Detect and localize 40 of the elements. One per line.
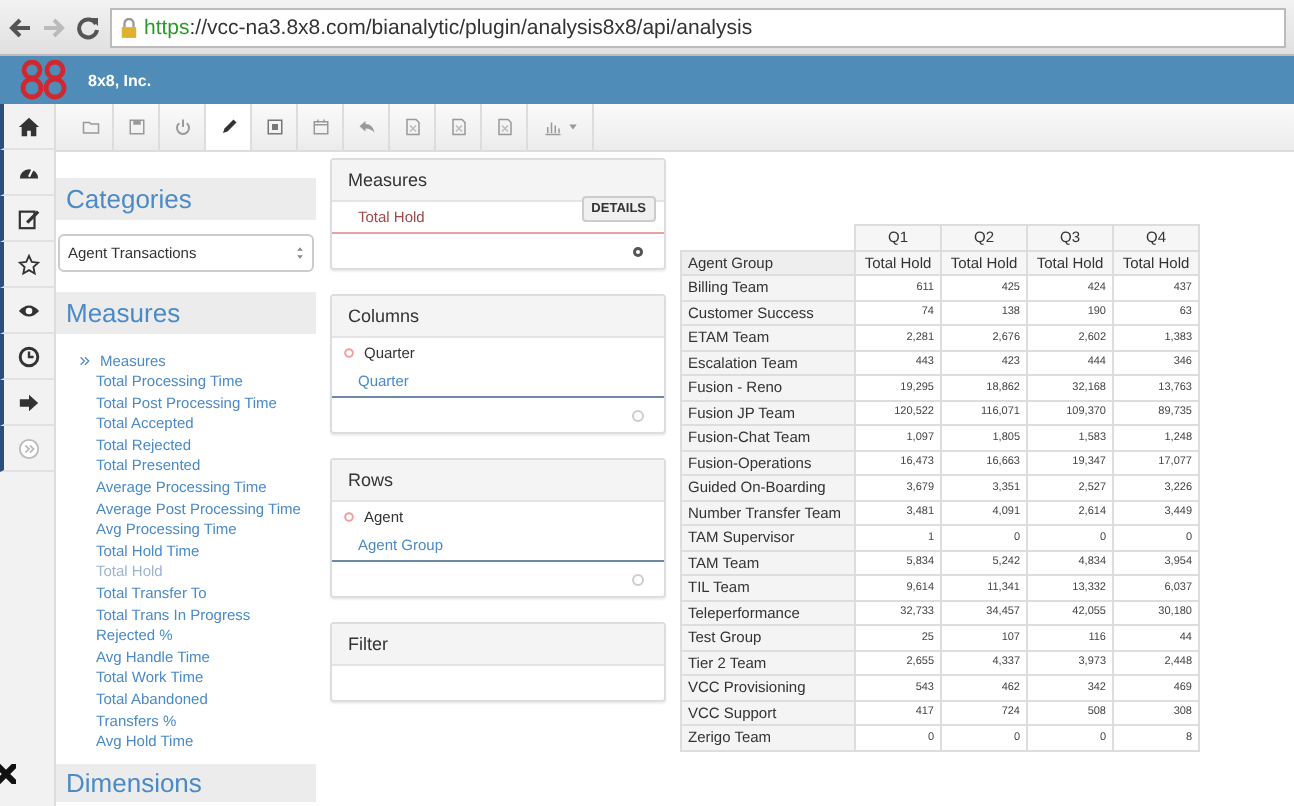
expand-icon[interactable] bbox=[18, 437, 40, 459]
company-name: 8x8, Inc. bbox=[88, 71, 152, 89]
panel-title: Rows bbox=[332, 460, 664, 502]
caret-icon bbox=[567, 122, 577, 132]
panel-title: Measures bbox=[332, 160, 664, 202]
close-icon[interactable] bbox=[0, 764, 16, 784]
folder-icon bbox=[81, 118, 99, 136]
calendar-icon bbox=[311, 118, 329, 136]
document-icon bbox=[403, 118, 421, 136]
lock-icon bbox=[120, 17, 138, 37]
logo-icon bbox=[20, 60, 68, 100]
section-heading[interactable]: Measures bbox=[56, 290, 316, 334]
power-icon bbox=[173, 118, 191, 136]
pencil-icon bbox=[219, 118, 237, 136]
section-heading[interactable]: Categories bbox=[56, 176, 316, 220]
forward-arrow-icon[interactable] bbox=[42, 15, 66, 39]
edit-icon[interactable] bbox=[18, 207, 40, 229]
updown-icon bbox=[296, 246, 304, 260]
document-icon bbox=[449, 118, 467, 136]
clock-icon[interactable] bbox=[18, 345, 40, 367]
reload-icon[interactable] bbox=[76, 15, 100, 39]
circle-icon[interactable] bbox=[632, 573, 644, 585]
sign-out-icon[interactable] bbox=[18, 391, 40, 413]
undo-icon bbox=[357, 118, 375, 136]
save-icon bbox=[127, 118, 145, 136]
document-icon bbox=[495, 118, 513, 136]
home-icon[interactable] bbox=[18, 115, 40, 137]
section-heading[interactable]: Dimensions bbox=[56, 762, 316, 802]
circle-icon[interactable] bbox=[632, 409, 644, 421]
remove-icon[interactable] bbox=[344, 511, 354, 521]
chevron-icon bbox=[80, 356, 90, 366]
back-arrow-icon[interactable] bbox=[8, 15, 32, 39]
panel-title: Filter bbox=[332, 624, 664, 666]
stop-icon bbox=[265, 118, 283, 136]
pencil-button[interactable] bbox=[206, 104, 252, 150]
bar-chart-icon bbox=[543, 118, 561, 136]
address-bar[interactable]: https://vcc-na3.8x8.com/bianalytic/plugin/analysis8x8/api/analysis bbox=[110, 7, 1286, 47]
remove-icon[interactable] bbox=[344, 347, 354, 357]
star-icon[interactable] bbox=[18, 253, 40, 275]
panel-title: Columns bbox=[332, 296, 664, 338]
